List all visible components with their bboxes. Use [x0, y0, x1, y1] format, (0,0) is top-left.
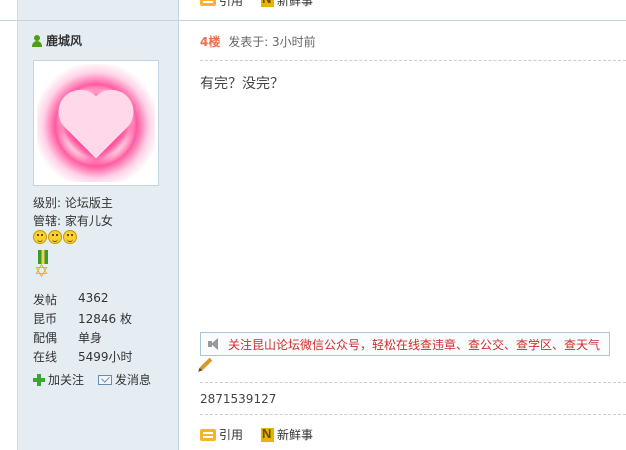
smiley-icon: [33, 230, 47, 244]
mail-icon: [98, 374, 113, 385]
post-divider: [0, 20, 626, 21]
user-online-icon: [32, 34, 42, 47]
left-margin: [0, 0, 18, 450]
avatar[interactable]: [33, 60, 159, 186]
floor-number[interactable]: 4楼: [200, 35, 220, 49]
signature: 2871539127: [200, 392, 277, 406]
plus-icon: [33, 373, 45, 386]
prev-fresh-label: 新鲜事: [277, 0, 314, 8]
author-name: 鹿城风: [46, 34, 83, 48]
rank-icons: [33, 230, 77, 244]
notice-text[interactable]: 关注昆山论坛微信公众号，轻松在线查违章、查公交、查学区、查天气: [228, 336, 600, 353]
stat-key: 配偶: [33, 331, 58, 345]
stat-value: 5499小时: [78, 350, 133, 364]
stat-value: 单身: [78, 331, 103, 345]
signature-divider: [200, 382, 626, 383]
smiley-icon: [48, 230, 62, 244]
smiley-icon: [63, 230, 77, 244]
post-actions: 引用 新鲜事: [200, 426, 313, 443]
avatar-heart-image: [37, 64, 155, 182]
author-actions: 加关注 发消息: [33, 371, 151, 388]
fresh-news-button[interactable]: 新鲜事: [261, 426, 313, 443]
medal-icon: ✡: [33, 250, 53, 284]
author-name-link[interactable]: 鹿城风: [32, 32, 82, 49]
stat-coins: 昆币 12846 枚: [33, 310, 132, 327]
heart-icon: [64, 96, 128, 159]
post-content: 有完？没完？: [200, 76, 284, 92]
quote-label: 引用: [219, 428, 244, 442]
fresh-news-icon: [261, 426, 275, 442]
forum-thread-page: 引用 新鲜事 鹿城风 级别: 论坛版主 管辖: 家有儿女 ✡ 发帖 4362 昆…: [0, 0, 626, 450]
quote-button[interactable]: 引用: [200, 426, 243, 443]
header-divider: [200, 60, 626, 61]
wechat-notice-banner[interactable]: 关注昆山论坛微信公众号，轻松在线查违章、查公交、查学区、查天气: [200, 332, 610, 356]
fresh-news-icon: [261, 0, 275, 7]
star-icon: ✡: [34, 261, 50, 282]
stat-online: 在线 5499小时: [33, 348, 133, 365]
follow-button[interactable]: 加关注: [33, 371, 84, 388]
prev-quote-button[interactable]: 引用: [200, 0, 243, 8]
stat-posts: 发帖 4362: [33, 291, 109, 308]
prev-fresh-button[interactable]: 新鲜事: [261, 0, 313, 8]
prev-quote-label: 引用: [219, 0, 244, 8]
post-header: 4楼 发表于: 3小时前: [200, 33, 316, 50]
send-message-button[interactable]: 发消息: [98, 371, 151, 388]
follow-label: 加关注: [48, 373, 85, 387]
speaker-icon: [208, 338, 222, 350]
author-level: 级别: 论坛版主: [33, 196, 113, 210]
stat-key: 发帖: [33, 293, 58, 307]
prev-post-actions: 引用 新鲜事: [200, 0, 313, 8]
stat-value: 12846 枚: [78, 312, 132, 326]
footer-divider: [200, 414, 626, 415]
quote-icon: [200, 0, 216, 6]
message-label: 发消息: [115, 373, 152, 387]
stat-value: 4362: [78, 291, 109, 305]
stat-key: 昆币: [33, 312, 58, 326]
stat-key: 在线: [33, 350, 58, 364]
fresh-label: 新鲜事: [277, 428, 314, 442]
post-time: 发表于: 3小时前: [228, 35, 316, 49]
author-moderates: 管辖: 家有儿女: [33, 214, 113, 228]
quote-icon: [200, 428, 216, 441]
stat-spouse: 配偶 单身: [33, 329, 102, 346]
